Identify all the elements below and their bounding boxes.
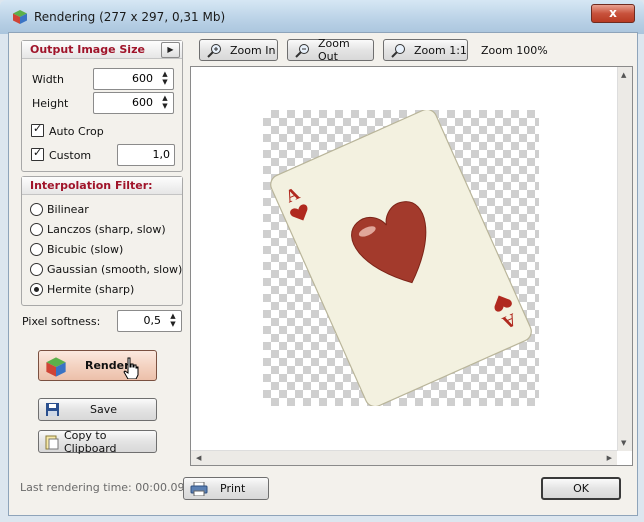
zoom-out-label: Zoom Out	[318, 37, 350, 63]
clipboard-icon	[45, 435, 59, 450]
custom-label: Custom	[49, 149, 92, 162]
print-label: Print	[220, 482, 246, 495]
radio-bicubic[interactable]	[30, 243, 43, 256]
pixel-softness-label: Pixel softness:	[22, 315, 101, 328]
width-spinner[interactable]: 600 ▲ ▼	[93, 68, 174, 90]
zoom-out-button[interactable]: Zoom Out	[287, 37, 374, 63]
copy-to-clipboard-button[interactable]: Copy to Clipboard	[38, 428, 157, 455]
close-button[interactable]: x	[591, 4, 635, 23]
custom-scale-value: 1,0	[152, 148, 171, 161]
bicubic-label: Bicubic (slow)	[47, 243, 124, 256]
title-bar: Rendering (277 x 297, 0,31 Mb) x	[0, 0, 644, 34]
radio-lanczos[interactable]	[30, 223, 43, 236]
width-label: Width	[32, 73, 64, 86]
spin-arrows-icon[interactable]: ▲ ▼	[167, 312, 179, 328]
zoom-1-1-label: Zoom 1:1	[414, 43, 467, 57]
spin-arrows-icon[interactable]: ▲ ▼	[159, 94, 171, 110]
save-button[interactable]: Save	[38, 398, 157, 421]
ok-label: OK	[573, 482, 589, 495]
copy-label: Copy to Clipboard	[64, 428, 117, 455]
auto-crop-label: Auto Crop	[49, 125, 104, 138]
output-size-title: Output Image Size	[30, 43, 145, 56]
ok-button[interactable]: OK	[541, 477, 621, 500]
cube-render-icon	[46, 357, 66, 377]
radio-bilinear[interactable]	[30, 203, 43, 216]
scroll-up-icon[interactable]: ▲	[621, 71, 626, 79]
pixel-softness-spinner[interactable]: 0,5 ▲ ▼	[117, 310, 182, 332]
interpolation-title: Interpolation Filter:	[30, 179, 153, 192]
print-button[interactable]: Print	[183, 477, 269, 500]
zoom-out-icon	[295, 44, 309, 58]
custom-checkbox[interactable]: ✓	[31, 146, 44, 161]
preview-area[interactable]: A A ▲ ▼ ◀ ▶	[190, 66, 633, 466]
cube-app-icon	[13, 10, 27, 24]
zoom-in-label: Zoom In	[230, 43, 276, 57]
lanczos-label: Lanczos (sharp, slow)	[47, 223, 166, 236]
save-label: Save	[90, 403, 118, 416]
custom-scale-input[interactable]: 1,0	[117, 144, 175, 166]
zoom-1-1-button[interactable]: Zoom 1:1	[383, 39, 468, 61]
interpolation-header: Interpolation Filter:	[22, 177, 182, 195]
height-label: Height	[32, 97, 69, 110]
height-value: 600	[132, 96, 153, 109]
expand-arrow-button[interactable]: ▶	[161, 42, 180, 58]
zoom-in-icon	[207, 44, 221, 58]
close-icon: x	[609, 6, 617, 20]
check-icon: ✓	[33, 122, 43, 135]
check-icon: ✓	[33, 146, 43, 159]
zoom-level: Zoom 100%	[481, 44, 548, 57]
height-spinner[interactable]: 600 ▲ ▼	[93, 92, 174, 114]
pixel-softness-value: 0,5	[143, 314, 162, 327]
radio-gaussian[interactable]	[30, 263, 43, 276]
floppy-save-icon	[46, 403, 59, 416]
horizontal-scrollbar[interactable]: ◀ ▶	[191, 450, 617, 465]
playing-card-image: A A	[270, 110, 532, 406]
output-size-header: Output Image Size ▶	[22, 41, 182, 59]
scroll-down-icon[interactable]: ▼	[621, 439, 626, 447]
width-value: 600	[132, 72, 153, 85]
scroll-right-icon[interactable]: ▶	[607, 454, 612, 462]
zoom-actual-icon	[391, 44, 405, 58]
bilinear-label: Bilinear	[47, 203, 89, 216]
hand-cursor-icon	[123, 357, 139, 379]
gaussian-label: Gaussian (smooth, slow)	[47, 263, 183, 276]
play-arrow-icon: ▶	[167, 45, 174, 54]
last-rendering-time: Last rendering time: 00:00.094	[20, 481, 192, 494]
scroll-left-icon[interactable]: ◀	[196, 454, 201, 462]
zoom-in-button[interactable]: Zoom In	[199, 39, 278, 61]
spin-arrows-icon[interactable]: ▲ ▼	[159, 70, 171, 86]
vertical-scrollbar[interactable]: ▲ ▼	[617, 67, 632, 451]
render-button[interactable]: Render	[38, 350, 157, 381]
radio-hermite[interactable]	[30, 283, 43, 296]
auto-crop-checkbox[interactable]: ✓	[31, 122, 44, 137]
printer-icon	[190, 482, 208, 496]
hermite-label: Hermite (sharp)	[47, 283, 135, 296]
window-title: Rendering (277 x 297, 0,31 Mb)	[34, 10, 226, 24]
